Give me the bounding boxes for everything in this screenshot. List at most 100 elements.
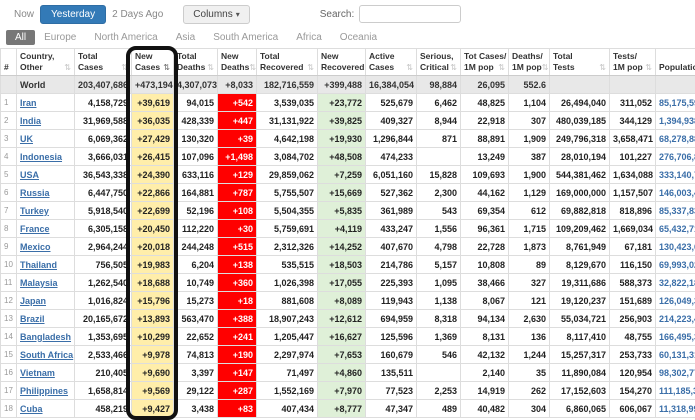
tab-south-america[interactable]: South America — [204, 30, 287, 45]
country-cell[interactable]: Turkey — [17, 202, 75, 220]
country-cell[interactable]: Iran — [17, 94, 75, 112]
two-days-ago-button[interactable]: 2 Days Ago — [106, 6, 169, 23]
country-cell[interactable]: Japan — [17, 292, 75, 310]
country-cell[interactable]: Vietnam — [17, 364, 75, 382]
country-cell[interactable]: India — [17, 112, 75, 130]
population-cell[interactable]: 85,337,832 — [656, 202, 695, 220]
country-link[interactable]: France — [20, 224, 50, 234]
tests-per-1m-cell: 818,896 — [610, 202, 656, 220]
col-header-active-cases[interactable]: ActiveCases⇅ — [366, 49, 417, 76]
col-header-serious-critical[interactable]: Serious,Critical⇅ — [417, 49, 461, 76]
country-link[interactable]: Mexico — [20, 242, 51, 252]
total-tests-cell: 15,257,317 — [550, 346, 610, 364]
country-cell[interactable]: Bangladesh — [17, 328, 75, 346]
col-header-cases-per-1m[interactable]: Tot Cases/1M pop⇅ — [461, 49, 509, 76]
population-cell[interactable]: 214,223,466 — [656, 310, 695, 328]
population-cell[interactable]: 276,706,842 — [656, 148, 695, 166]
country-link[interactable]: Cuba — [20, 404, 43, 414]
sort-icon: ⇅ — [542, 62, 549, 73]
col-header-new-cases[interactable]: NewCases⇅ — [132, 49, 174, 76]
total-recovered-cell: 1,026,398 — [257, 274, 318, 292]
country-cell[interactable]: Brazil — [17, 310, 75, 328]
country-link[interactable]: Vietnam — [20, 368, 55, 378]
total-tests-cell: 249,796,318 — [550, 130, 610, 148]
tab-africa[interactable]: Africa — [287, 30, 331, 45]
col-header-total-recovered[interactable]: TotalRecovered⇅ — [257, 49, 318, 76]
serious-critical-cell: 1,556 — [417, 220, 461, 238]
country-cell[interactable]: South Africa — [17, 346, 75, 364]
population-cell[interactable]: 130,423,632 — [656, 238, 695, 256]
total-deaths-cell: 3,438 — [174, 400, 218, 418]
population-cell[interactable]: 65,432,718 — [656, 220, 695, 238]
col-header-deaths-per-1m[interactable]: Deaths/1M pop⇅ — [509, 49, 550, 76]
country-link[interactable]: South Africa — [20, 350, 73, 360]
yesterday-button[interactable]: Yesterday — [40, 5, 106, 24]
col-header-country[interactable]: Country,Other⇅ — [17, 49, 75, 76]
total-deaths-cell: 563,470 — [174, 310, 218, 328]
population-cell[interactable]: 333,140,783 — [656, 166, 695, 184]
tab-north-america[interactable]: North America — [85, 30, 166, 45]
total-deaths-cell: 10,749 — [174, 274, 218, 292]
col-header-new-deaths[interactable]: NewDeaths⇅ — [218, 49, 257, 76]
new-cases-cell: +473,194 — [132, 76, 174, 94]
population-cell[interactable]: 111,185,350 — [656, 382, 695, 400]
col-header-total-cases[interactable]: TotalCases⇅ — [75, 49, 132, 76]
country-link[interactable]: USA — [20, 170, 39, 180]
new-deaths-cell: +787 — [218, 184, 257, 202]
country-link[interactable]: Russia — [20, 188, 50, 198]
country-cell[interactable]: Russia — [17, 184, 75, 202]
deaths-per-1m-cell: 262 — [509, 382, 550, 400]
country-link[interactable]: Brazil — [20, 314, 45, 324]
col-header-tests-per-1m[interactable]: Tests/1M pop⇅ — [610, 49, 656, 76]
country-cell[interactable]: Malaysia — [17, 274, 75, 292]
country-link[interactable]: Malaysia — [20, 278, 58, 288]
tab-asia[interactable]: Asia — [167, 30, 204, 45]
col-header-total-deaths[interactable]: TotalDeaths⇅ — [174, 49, 218, 76]
country-cell[interactable]: Indonesia — [17, 148, 75, 166]
new-cases-cell: +20,018 — [132, 238, 174, 256]
population-cell[interactable]: 68,278,881 — [656, 130, 695, 148]
country-link[interactable]: Bangladesh — [20, 332, 71, 342]
population-cell[interactable]: 126,049,332 — [656, 292, 695, 310]
population-cell[interactable]: 146,003,457 — [656, 184, 695, 202]
country-link[interactable]: Thailand — [20, 260, 57, 270]
country-link[interactable]: Iran — [20, 98, 37, 108]
population-cell[interactable]: 69,993,027 — [656, 256, 695, 274]
country-link[interactable]: Indonesia — [20, 152, 62, 162]
total-tests-cell: 69,882,818 — [550, 202, 610, 220]
country-link[interactable]: India — [20, 116, 41, 126]
now-button[interactable]: Now — [8, 6, 40, 23]
country-cell[interactable]: Philippines — [17, 382, 75, 400]
col-header-total-tests[interactable]: TotalTests⇅ — [550, 49, 610, 76]
country-link[interactable]: Philippines — [20, 386, 68, 396]
population-cell[interactable]: 98,302,777 — [656, 364, 695, 382]
table-row: 4Indonesia3,666,031+26,415107,096+1,4983… — [1, 148, 695, 166]
search-input[interactable] — [359, 5, 461, 23]
country-cell[interactable]: Cuba — [17, 400, 75, 418]
total-recovered-cell: 881,608 — [257, 292, 318, 310]
col-header-new-recovered[interactable]: NewRecovered⇅ — [318, 49, 366, 76]
rank-cell: 11 — [1, 274, 17, 292]
rank-cell: 12 — [1, 292, 17, 310]
country-link[interactable]: UK — [20, 134, 33, 144]
population-cell[interactable]: 1,394,938,788 — [656, 112, 695, 130]
total-cases-cell: 210,405 — [75, 364, 132, 382]
new-deaths-cell: +39 — [218, 130, 257, 148]
tab-oceania[interactable]: Oceania — [331, 30, 386, 45]
population-cell[interactable]: 11,318,992 — [656, 400, 695, 418]
country-link[interactable]: Turkey — [20, 206, 49, 216]
population-cell[interactable]: 32,822,180 — [656, 274, 695, 292]
country-cell[interactable]: Mexico — [17, 238, 75, 256]
columns-dropdown-button[interactable]: Columns▾ — [183, 5, 249, 24]
population-cell[interactable]: 60,131,318 — [656, 346, 695, 364]
country-cell[interactable]: Thailand — [17, 256, 75, 274]
population-cell[interactable]: 166,495,380 — [656, 328, 695, 346]
population-cell[interactable]: 85,175,598 — [656, 94, 695, 112]
country-link[interactable]: Japan — [20, 296, 46, 306]
tab-europe[interactable]: Europe — [35, 30, 85, 45]
tab-all[interactable]: All — [6, 30, 35, 45]
col-header-population[interactable]: Population⇅ — [656, 49, 695, 76]
country-cell[interactable]: USA — [17, 166, 75, 184]
country-cell[interactable]: UK — [17, 130, 75, 148]
country-cell[interactable]: France — [17, 220, 75, 238]
